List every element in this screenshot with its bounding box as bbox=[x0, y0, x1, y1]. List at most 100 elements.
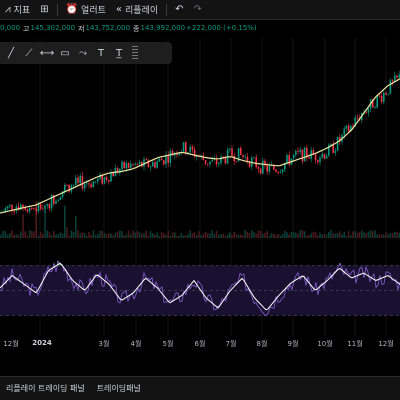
x-tick-label: 12월 bbox=[3, 340, 19, 348]
volume-bar bbox=[101, 230, 103, 238]
ray-tool-icon[interactable]: ⟋ bbox=[20, 44, 38, 62]
price-label-tool-icon[interactable]: T̲ bbox=[110, 44, 128, 62]
volume-bar bbox=[132, 230, 134, 238]
volume-bar bbox=[297, 233, 299, 238]
candle-body bbox=[37, 204, 40, 212]
candle-body bbox=[86, 183, 88, 185]
redo-button[interactable]: ↷ bbox=[189, 0, 207, 20]
indicators-button[interactable]: ⩘ 지표 bbox=[0, 0, 35, 20]
volume-bar bbox=[112, 235, 114, 238]
volume-bar bbox=[273, 233, 275, 238]
brush-tool-icon[interactable]: ⤳ bbox=[74, 44, 92, 62]
volume-bar bbox=[332, 233, 334, 238]
candle-body bbox=[138, 161, 141, 165]
volume-bar bbox=[2, 230, 4, 238]
volume-bar bbox=[290, 232, 293, 238]
volume-bar bbox=[50, 234, 53, 238]
volume-bar bbox=[301, 230, 304, 238]
candle-body bbox=[189, 146, 191, 153]
layouts-button[interactable]: ⊞ bbox=[35, 0, 53, 20]
volume-bar bbox=[149, 231, 152, 238]
volume-bar bbox=[180, 232, 183, 238]
candle-body bbox=[46, 203, 48, 206]
undo-button[interactable]: ↶ bbox=[170, 0, 188, 20]
volume-bar bbox=[174, 232, 176, 238]
candle-body bbox=[72, 184, 75, 186]
candle-body bbox=[321, 154, 323, 158]
candle-body bbox=[209, 161, 211, 165]
candle-body bbox=[389, 80, 392, 94]
volume-bar bbox=[323, 233, 326, 238]
drag-handle-icon[interactable] bbox=[132, 46, 138, 60]
candle-body bbox=[394, 75, 396, 82]
volume-bar bbox=[361, 230, 363, 238]
volume-bar bbox=[259, 231, 262, 238]
volume-bar bbox=[277, 233, 279, 238]
volume-bar bbox=[20, 231, 22, 238]
alert-button[interactable]: ⏰ 얼러트 bbox=[61, 0, 111, 20]
volume-bar bbox=[367, 231, 370, 238]
ohlc-legend: 0,000 고 145,302,000 저 143,752,000 종 143,… bbox=[0, 24, 257, 38]
candle-body bbox=[39, 204, 42, 209]
volume-bar bbox=[152, 233, 154, 238]
text-tool-icon[interactable]: T bbox=[92, 44, 110, 62]
candle-body bbox=[383, 92, 385, 102]
volume-bar bbox=[237, 234, 240, 238]
volume-bar bbox=[374, 230, 376, 238]
volume-bar bbox=[345, 235, 348, 238]
volume-bar bbox=[66, 227, 68, 238]
x-tick-label: 7월 bbox=[225, 340, 237, 348]
volume-bar bbox=[394, 231, 396, 238]
candle-body bbox=[134, 163, 136, 165]
volume-bar bbox=[182, 235, 185, 238]
volume-bar bbox=[176, 235, 178, 238]
volume-bar bbox=[61, 233, 64, 238]
volume-bar bbox=[270, 233, 273, 238]
volume-bar bbox=[119, 230, 121, 238]
volume-bar bbox=[229, 232, 231, 238]
extended-line-tool-icon[interactable]: ⟷ bbox=[38, 44, 56, 62]
volume-bar bbox=[187, 234, 189, 238]
volume-bar bbox=[385, 232, 387, 238]
volume-bar bbox=[26, 235, 29, 238]
volume-bar bbox=[68, 235, 70, 238]
volume-bar bbox=[198, 231, 200, 238]
replay-button[interactable]: « 리플레이 bbox=[111, 0, 163, 20]
candle-body bbox=[48, 203, 51, 209]
candle-body bbox=[275, 169, 277, 172]
volume-bar bbox=[354, 230, 356, 238]
volume-bar bbox=[125, 234, 128, 238]
line-tool-icon[interactable]: ╱ bbox=[2, 44, 20, 62]
volume-bar bbox=[303, 231, 306, 238]
volume-bar bbox=[0, 234, 2, 238]
volume-bar bbox=[356, 232, 359, 238]
price-chart[interactable] bbox=[0, 38, 400, 336]
candle-body bbox=[55, 200, 57, 204]
candle-body bbox=[31, 208, 33, 209]
volume-bar bbox=[156, 232, 158, 238]
high-label: 고 bbox=[23, 25, 30, 33]
candle-body bbox=[121, 161, 123, 169]
volume-bar bbox=[22, 213, 24, 238]
candle-body bbox=[88, 183, 90, 185]
open-value: 0,000 bbox=[0, 24, 21, 32]
trading-panel-tab[interactable]: 트레이딩패널 bbox=[91, 383, 147, 394]
volume-bar bbox=[310, 233, 312, 238]
volume-bar bbox=[231, 235, 233, 238]
candle-body bbox=[163, 160, 165, 165]
rectangle-tool-icon[interactable]: ▭ bbox=[56, 44, 74, 62]
volume-bar bbox=[246, 231, 249, 238]
candle-body bbox=[64, 184, 66, 192]
x-tick-label: 10월 bbox=[317, 340, 333, 348]
candle-body bbox=[220, 156, 222, 164]
candle-body bbox=[66, 184, 68, 186]
grid-icon: ⊞ bbox=[40, 3, 49, 15]
volume-bar bbox=[233, 232, 235, 238]
volume-bar bbox=[235, 234, 238, 238]
candle-body bbox=[130, 163, 132, 168]
replay-trading-panel-tab[interactable]: 리플레이 트레이딩 패널 bbox=[0, 383, 91, 394]
candle-body bbox=[123, 161, 125, 169]
volume-bar bbox=[171, 232, 174, 238]
candle-body bbox=[204, 160, 207, 164]
candle-body bbox=[81, 175, 84, 189]
